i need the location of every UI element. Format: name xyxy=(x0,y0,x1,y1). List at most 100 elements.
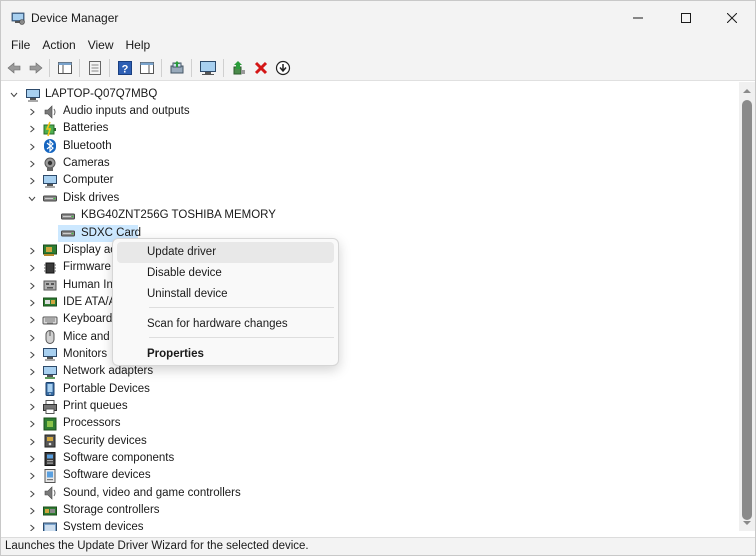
tree-category-item[interactable]: Human In xyxy=(1,277,721,294)
tree-category-item[interactable]: IDE ATA/A xyxy=(1,294,721,311)
tree-category-item[interactable]: Audio inputs and outputs xyxy=(1,103,721,120)
toolbar-separator xyxy=(109,59,110,77)
tree-category-item[interactable]: Computer xyxy=(1,172,721,189)
update-driver-toolbar-button[interactable] xyxy=(167,58,187,78)
scroll-up-arrow-icon[interactable] xyxy=(743,87,751,95)
tree-category-item[interactable]: Portable Devices xyxy=(1,381,721,398)
tree-category-item[interactable]: Network adapters xyxy=(1,363,721,380)
scroll-down-arrow-icon[interactable] xyxy=(743,519,751,527)
menu-file[interactable]: File xyxy=(5,35,36,55)
back-button[interactable] xyxy=(4,58,24,78)
chevron-right-icon[interactable] xyxy=(27,367,37,377)
chevron-right-icon[interactable] xyxy=(27,333,37,343)
portable-device-icon xyxy=(45,382,55,397)
chevron-right-icon[interactable] xyxy=(27,350,37,360)
chevron-right-icon[interactable] xyxy=(27,142,37,152)
chevron-right-icon[interactable] xyxy=(27,176,37,186)
hid-icon xyxy=(43,280,57,291)
tree-root[interactable]: LAPTOP-Q07Q7MBQ xyxy=(1,86,301,103)
chevron-right-icon[interactable] xyxy=(27,298,37,308)
tree-category-item[interactable]: Processors xyxy=(1,415,721,432)
chevron-right-icon[interactable] xyxy=(27,159,37,169)
chevron-right-icon[interactable] xyxy=(27,124,37,134)
chevron-right-icon[interactable] xyxy=(27,385,37,395)
uninstall-toolbar-button[interactable] xyxy=(251,58,271,78)
chevron-right-icon[interactable] xyxy=(27,419,37,429)
scan-hardware-toolbar-button[interactable] xyxy=(198,58,218,78)
tree-category-item[interactable]: Firmware xyxy=(1,259,721,276)
drive-icon xyxy=(61,230,75,237)
context-menu-properties[interactable]: Properties xyxy=(117,344,334,365)
chevron-right-icon[interactable] xyxy=(27,523,37,531)
context-menu-uninstall-device[interactable]: Uninstall device xyxy=(117,284,334,305)
chevron-right-icon[interactable] xyxy=(27,246,37,256)
tree-category-item[interactable]: Software components xyxy=(1,450,721,467)
tree-child-item[interactable]: SDXC Card xyxy=(1,224,721,242)
menu-bar: File Action View Help xyxy=(1,35,755,55)
menu-view[interactable]: View xyxy=(82,35,120,55)
tree-category-item[interactable]: Batteries xyxy=(1,120,721,137)
battery-icon xyxy=(43,121,56,137)
minimize-button[interactable] xyxy=(615,1,661,35)
help-toolbar-button[interactable]: ? xyxy=(115,58,135,78)
tree-item-label: Firmware xyxy=(63,261,111,274)
chevron-right-icon[interactable] xyxy=(27,506,37,516)
tree-category-item[interactable]: Print queues xyxy=(1,398,721,415)
chevron-right-icon[interactable] xyxy=(27,471,37,481)
context-menu-update-driver[interactable]: Update driver xyxy=(117,242,334,263)
tree-root-label: LAPTOP-Q07Q7MBQ xyxy=(45,88,158,100)
context-menu-disable-device[interactable]: Disable device xyxy=(117,263,334,284)
chevron-right-icon[interactable] xyxy=(27,281,37,291)
chevron-right-icon[interactable] xyxy=(27,315,37,325)
toolbar-separator xyxy=(223,59,224,77)
chevron-right-icon[interactable] xyxy=(27,263,37,273)
context-menu-scan-hardware[interactable]: Scan for hardware changes xyxy=(117,314,334,335)
chevron-right-icon[interactable] xyxy=(27,437,37,447)
chevron-right-icon[interactable] xyxy=(27,489,37,499)
chevron-down-icon xyxy=(10,92,18,98)
tree-category-item[interactable]: Keyboard xyxy=(1,311,721,328)
tree-category-item[interactable]: Mice and xyxy=(1,329,721,346)
mouse-icon xyxy=(45,330,55,345)
chevron-right-icon[interactable] xyxy=(27,402,37,412)
software-device-icon xyxy=(44,468,56,483)
tree-category-item[interactable]: Bluetooth xyxy=(1,138,721,155)
tree-item-label: Batteries xyxy=(63,122,109,135)
vertical-scrollbar-thumb[interactable] xyxy=(742,100,752,520)
download-toolbar-button[interactable] xyxy=(273,58,293,78)
tree-category-item[interactable]: Storage controllers xyxy=(1,502,721,519)
chevron-right-icon[interactable] xyxy=(27,454,37,464)
tree-category-item[interactable]: Disk drives xyxy=(1,190,721,207)
maximize-button[interactable] xyxy=(663,1,709,35)
tree-category-item[interactable]: Cameras xyxy=(1,155,721,172)
chevron-down-icon[interactable] xyxy=(27,194,37,204)
ide-icon xyxy=(43,297,57,307)
title-bar: Device Manager xyxy=(1,1,755,35)
drive-icon xyxy=(43,195,57,202)
menu-action[interactable]: Action xyxy=(36,35,81,55)
tree-category-item[interactable]: System devices xyxy=(1,519,721,531)
bluetooth-icon xyxy=(44,139,56,154)
toolbar-separator xyxy=(191,59,192,77)
tree-category-item[interactable]: Sound, video and game controllers xyxy=(1,485,721,502)
show-hide-console-tree-button[interactable] xyxy=(55,58,75,78)
tree-item-label: Cameras xyxy=(63,157,110,170)
action-pane-button[interactable] xyxy=(137,58,157,78)
tree-child-item[interactable]: KBG40ZNT256G TOSHIBA MEMORY xyxy=(1,207,721,224)
update-driver-icon xyxy=(170,61,184,74)
tree-item-label: Print queues xyxy=(63,400,128,412)
help-icon: ? xyxy=(118,61,132,76)
vertical-scrollbar[interactable] xyxy=(739,82,755,531)
tree-category-item[interactable]: Display ac xyxy=(1,242,721,259)
forward-button[interactable] xyxy=(26,58,46,78)
tree-category-item[interactable]: Software devices xyxy=(1,467,721,484)
close-button[interactable] xyxy=(709,1,755,35)
menu-help[interactable]: Help xyxy=(120,35,157,55)
update-driver-software-button[interactable] xyxy=(229,58,249,78)
tree-category-item[interactable]: Monitors xyxy=(1,346,721,363)
back-arrow-icon xyxy=(7,62,21,74)
chevron-right-icon[interactable] xyxy=(27,107,37,117)
monitor-icon xyxy=(43,348,57,361)
tree-category-item[interactable]: Security devices xyxy=(1,433,721,450)
properties-toolbar-button[interactable] xyxy=(85,58,105,78)
